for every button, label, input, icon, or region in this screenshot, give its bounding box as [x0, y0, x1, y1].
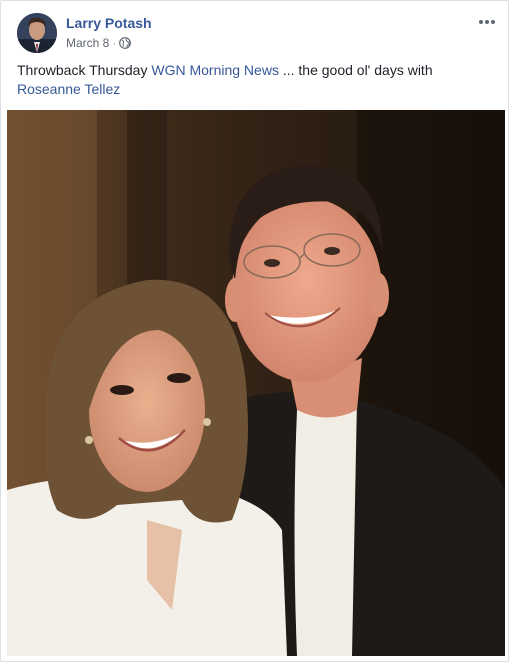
post-photo[interactable]	[7, 110, 505, 656]
post-header: Larry Potash March 8 ·	[17, 13, 497, 55]
meta-separator: ·	[112, 36, 117, 50]
more-options-icon[interactable]	[477, 15, 497, 29]
wgn-morning-news-link[interactable]: WGN Morning News	[151, 62, 279, 78]
author-name-link[interactable]: Larry Potash	[66, 15, 152, 31]
post-text-start: Throwback Thursday	[17, 62, 152, 78]
roseanne-tellez-link[interactable]: Roseanne Tellez	[17, 81, 120, 97]
more-dot	[491, 20, 495, 24]
more-dot	[479, 20, 483, 24]
post-card: Larry Potash March 8 · Throwback Thursda…	[0, 0, 509, 662]
post-text: Throwback Thursday WGN Morning News ... …	[17, 61, 492, 99]
post-meta: March 8 ·	[66, 36, 132, 50]
author-avatar[interactable]	[17, 13, 57, 53]
more-dot	[485, 20, 489, 24]
post-date-link[interactable]: March 8	[66, 36, 109, 50]
globe-icon[interactable]	[119, 37, 132, 49]
post-text-middle: ... the good ol' days with	[278, 62, 433, 78]
